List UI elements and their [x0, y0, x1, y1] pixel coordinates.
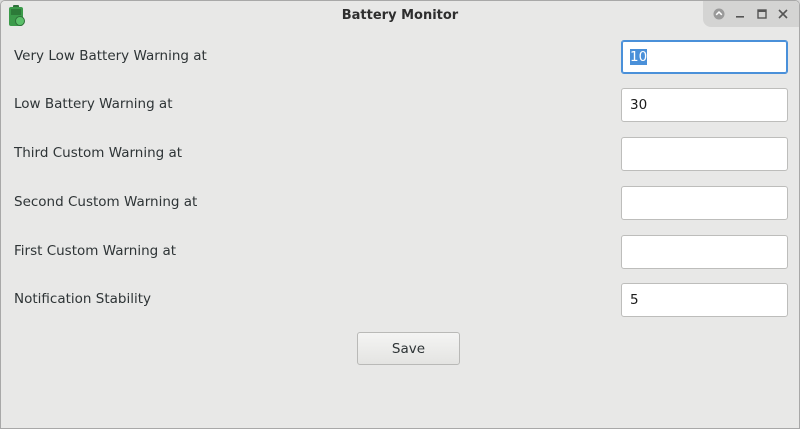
low-warning-label: Low Battery Warning at: [14, 96, 173, 112]
low-warning-input[interactable]: [621, 88, 788, 122]
first-custom-warning-input[interactable]: [621, 235, 788, 269]
notification-stability-input[interactable]: [621, 283, 788, 317]
close-icon[interactable]: [774, 5, 792, 23]
very-low-warning-label: Very Low Battery Warning at: [14, 48, 207, 64]
second-custom-warning-input[interactable]: [621, 186, 788, 220]
second-custom-warning-row: Second Custom Warning at: [1, 186, 799, 220]
battery-monitor-window: Battery Monitor Very Low Battery Warning…: [0, 0, 800, 429]
maximize-icon[interactable]: [753, 5, 771, 23]
notification-stability-row: Notification Stability: [1, 283, 799, 317]
very-low-warning-input[interactable]: [621, 40, 788, 74]
title-bar[interactable]: Battery Monitor: [1, 1, 799, 31]
keep-above-icon[interactable]: [710, 5, 728, 23]
settings-form: Very Low Battery Warning at Low Battery …: [1, 31, 799, 428]
window-title: Battery Monitor: [341, 8, 459, 23]
minimize-icon[interactable]: [731, 5, 749, 23]
notification-stability-label: Notification Stability: [14, 291, 151, 307]
third-custom-warning-input[interactable]: [621, 137, 788, 171]
first-custom-warning-label: First Custom Warning at: [14, 243, 177, 259]
third-custom-warning-label: Third Custom Warning at: [14, 145, 183, 161]
third-custom-warning-row: Third Custom Warning at: [1, 137, 799, 171]
first-custom-warning-row: First Custom Warning at: [1, 235, 799, 269]
very-low-warning-row: Very Low Battery Warning at: [1, 40, 799, 74]
second-custom-warning-label: Second Custom Warning at: [14, 194, 198, 210]
low-warning-row: Low Battery Warning at: [1, 88, 799, 122]
save-button[interactable]: Save: [357, 332, 460, 365]
window-controls: [703, 1, 799, 27]
